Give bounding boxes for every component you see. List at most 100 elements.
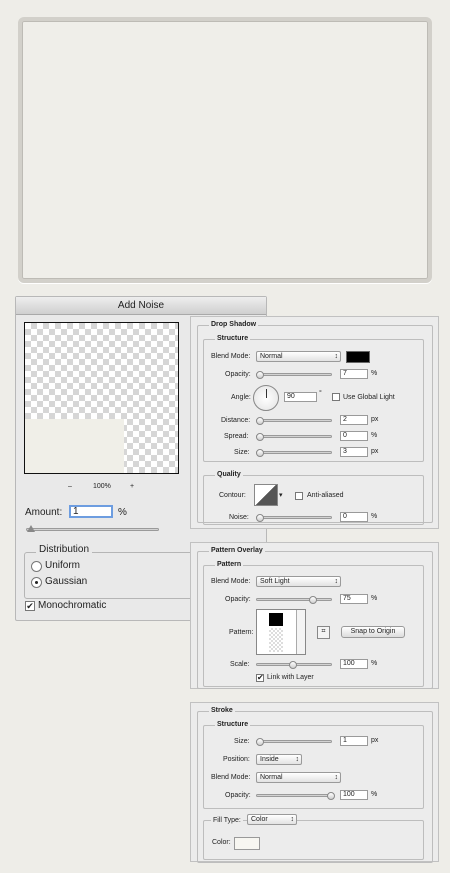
stroke-opacity-label: Opacity: — [225, 792, 251, 799]
noise-preview[interactable] — [24, 322, 179, 474]
snap-to-origin-button[interactable]: Snap to Origin — [341, 626, 405, 638]
use-global-light-label: Use Global Light — [343, 394, 395, 401]
scale-label: Scale: — [230, 661, 250, 668]
contour-label: Contour: — [219, 492, 246, 499]
spread-slider[interactable] — [256, 435, 332, 438]
stroke-blend-mode-select[interactable]: Normal — [256, 772, 341, 783]
scale-slider-thumb[interactable] — [289, 661, 297, 669]
spread-label: Spread: — [224, 433, 249, 440]
amount-label: Amount: — [25, 507, 63, 518]
stroke-blend-mode-label: Blend Mode: — [211, 774, 251, 781]
pattern-picker-scrollbar[interactable] — [296, 610, 305, 654]
stroke-opacity-unit: % — [371, 791, 378, 798]
noise-slider-thumb[interactable] — [256, 514, 264, 522]
stroke-opacity-field[interactable]: 100 — [340, 790, 368, 800]
opacity-field[interactable]: 7 — [340, 369, 368, 379]
zoom-out-button[interactable]: – — [68, 483, 72, 490]
opacity-label: Opacity: — [225, 371, 251, 378]
stroke-size-slider-thumb[interactable] — [256, 738, 264, 746]
link-with-layer-label: Link with Layer — [267, 674, 314, 681]
texture-preview-card — [18, 17, 432, 283]
pattern-legend: Pattern — [215, 561, 244, 568]
anti-aliased-label: Anti-aliased — [307, 492, 344, 499]
use-global-light-checkbox[interactable] — [332, 393, 340, 401]
opacity-unit: % — [371, 370, 378, 377]
amount-slider[interactable] — [26, 528, 159, 531]
distance-label: Distance: — [221, 417, 251, 424]
monochromatic-checkbox[interactable]: ✔ — [25, 601, 35, 611]
uniform-radio[interactable] — [31, 561, 42, 572]
angle-label: Angle: — [231, 394, 251, 401]
contour-dropdown-icon[interactable]: ▾ — [279, 491, 283, 499]
noise-unit: % — [371, 513, 378, 520]
drop-shadow-panel: Drop Shadow Structure Blend Mode: Normal… — [190, 316, 439, 529]
scale-field[interactable]: 100 — [340, 659, 368, 669]
angle-dial-needle — [266, 389, 267, 398]
stroke-size-field[interactable]: 1 — [340, 736, 368, 746]
distance-slider-thumb[interactable] — [256, 417, 264, 425]
distance-slider[interactable] — [256, 419, 332, 422]
stroke-size-label: Size: — [234, 738, 250, 745]
spread-unit: % — [371, 432, 378, 439]
pattern-opacity-field[interactable]: 75 — [340, 594, 368, 604]
size-slider-thumb[interactable] — [256, 449, 264, 457]
uniform-label: Uniform — [45, 560, 81, 571]
pattern-opacity-unit: % — [371, 595, 378, 602]
distribution-legend: Distribution — [36, 544, 93, 555]
quality-legend: Quality — [215, 471, 243, 478]
size-field[interactable]: 3 — [340, 447, 368, 457]
spread-slider-thumb[interactable] — [256, 433, 264, 441]
pattern-blend-mode-select[interactable]: Soft Light — [256, 576, 341, 587]
size-slider[interactable] — [256, 451, 332, 454]
fill-type-select[interactable]: Color — [247, 814, 297, 825]
stroke-structure-legend: Structure — [215, 721, 251, 728]
pattern-picker[interactable] — [256, 609, 306, 655]
size-label: Size: — [234, 449, 250, 456]
stroke-color-swatch[interactable] — [234, 837, 260, 850]
spread-field[interactable]: 0 — [340, 431, 368, 441]
angle-field[interactable]: 90 — [284, 392, 317, 402]
scale-unit: % — [371, 660, 378, 667]
gaussian-radio[interactable] — [31, 577, 42, 588]
zoom-in-button[interactable]: + — [130, 483, 134, 490]
pattern-opacity-slider-thumb[interactable] — [309, 596, 317, 604]
blend-mode-select[interactable]: Normal — [256, 351, 341, 362]
stroke-panel: Stroke Structure Size: 1 px Position: In… — [190, 702, 439, 863]
drop-shadow-title: Drop Shadow — [209, 321, 259, 328]
stroke-opacity-slider-thumb[interactable] — [327, 792, 335, 800]
noise-slider[interactable] — [256, 516, 332, 519]
noise-label: Noise: — [229, 514, 249, 521]
fill-type-label: Fill Type: — [211, 817, 243, 824]
pattern-overlay-panel: Pattern Overlay Pattern Blend Mode: Soft… — [190, 542, 439, 689]
anti-aliased-checkbox[interactable] — [295, 492, 303, 500]
link-with-layer-checkbox[interactable]: ✔ — [256, 674, 264, 682]
pattern-overlay-title: Pattern Overlay — [209, 547, 265, 554]
position-label: Position: — [223, 756, 250, 763]
opacity-slider[interactable] — [256, 373, 332, 376]
stroke-size-slider[interactable] — [256, 740, 332, 743]
angle-dial[interactable] — [253, 385, 279, 411]
pattern-swatch-transparent — [269, 628, 283, 652]
opacity-slider-thumb[interactable] — [256, 371, 264, 379]
add-noise-title: Add Noise — [16, 297, 266, 315]
gaussian-label: Gaussian — [45, 576, 88, 587]
contour-picker[interactable] — [254, 484, 278, 506]
monochromatic-label: Monochromatic — [38, 600, 107, 611]
stroke-title: Stroke — [209, 707, 235, 714]
distance-field[interactable]: 2 — [340, 415, 368, 425]
angle-degree: ° — [319, 390, 322, 397]
stroke-color-label: Color: — [212, 839, 231, 846]
structure-legend: Structure — [215, 335, 251, 342]
amount-slider-thumb[interactable] — [27, 525, 35, 532]
new-preset-icon[interactable]: ⌗ — [317, 626, 330, 639]
pattern-swatch-dark — [269, 613, 283, 626]
noise-field[interactable]: 0 — [340, 512, 368, 522]
blend-mode-label: Blend Mode: — [211, 353, 251, 360]
amount-unit: % — [118, 507, 127, 518]
amount-input[interactable]: 1 — [69, 505, 113, 518]
pattern-blend-mode-label: Blend Mode: — [211, 578, 251, 585]
pattern-opacity-slider[interactable] — [256, 598, 332, 601]
shadow-color-swatch[interactable] — [346, 351, 370, 363]
position-select[interactable]: Inside — [256, 754, 302, 765]
stroke-opacity-slider[interactable] — [256, 794, 332, 797]
